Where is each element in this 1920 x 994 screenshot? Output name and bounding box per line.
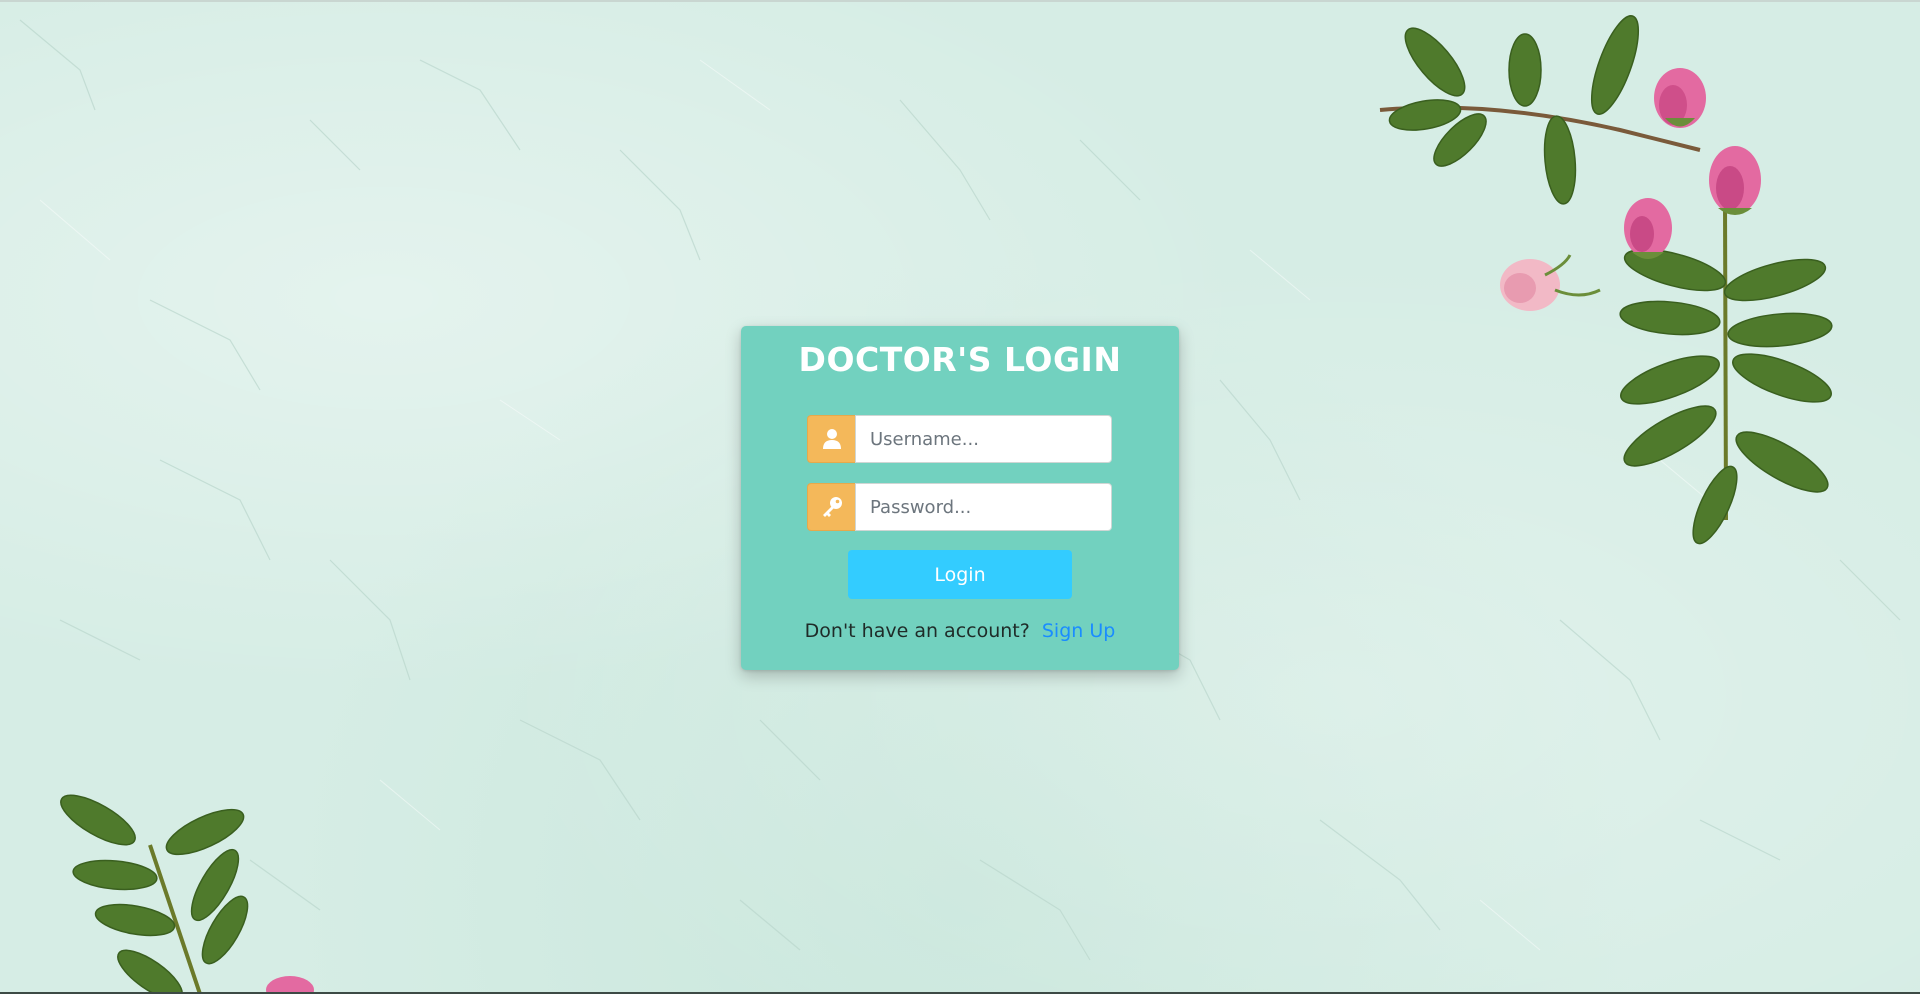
user-icon <box>807 415 855 463</box>
key-icon <box>807 483 855 531</box>
username-input[interactable] <box>855 415 1112 463</box>
password-field-group <box>807 483 1112 531</box>
password-input[interactable] <box>855 483 1112 531</box>
leaf-branch-decoration <box>60 794 314 994</box>
signup-link[interactable]: Sign Up <box>1042 620 1115 642</box>
signup-prompt-text: Don't have an account? <box>804 620 1030 642</box>
page-title: DOCTOR'S LOGIN <box>798 340 1122 379</box>
username-field-group <box>807 415 1112 463</box>
signup-prompt-line: Don't have an account? Sign Up <box>741 616 1179 646</box>
login-button[interactable]: Login <box>848 550 1072 599</box>
top-border <box>0 0 1920 2</box>
login-card: DOCTOR'S LOGIN Login Don't have an accou… <box>741 326 1179 670</box>
rose-branch-decoration <box>1379 15 1833 545</box>
